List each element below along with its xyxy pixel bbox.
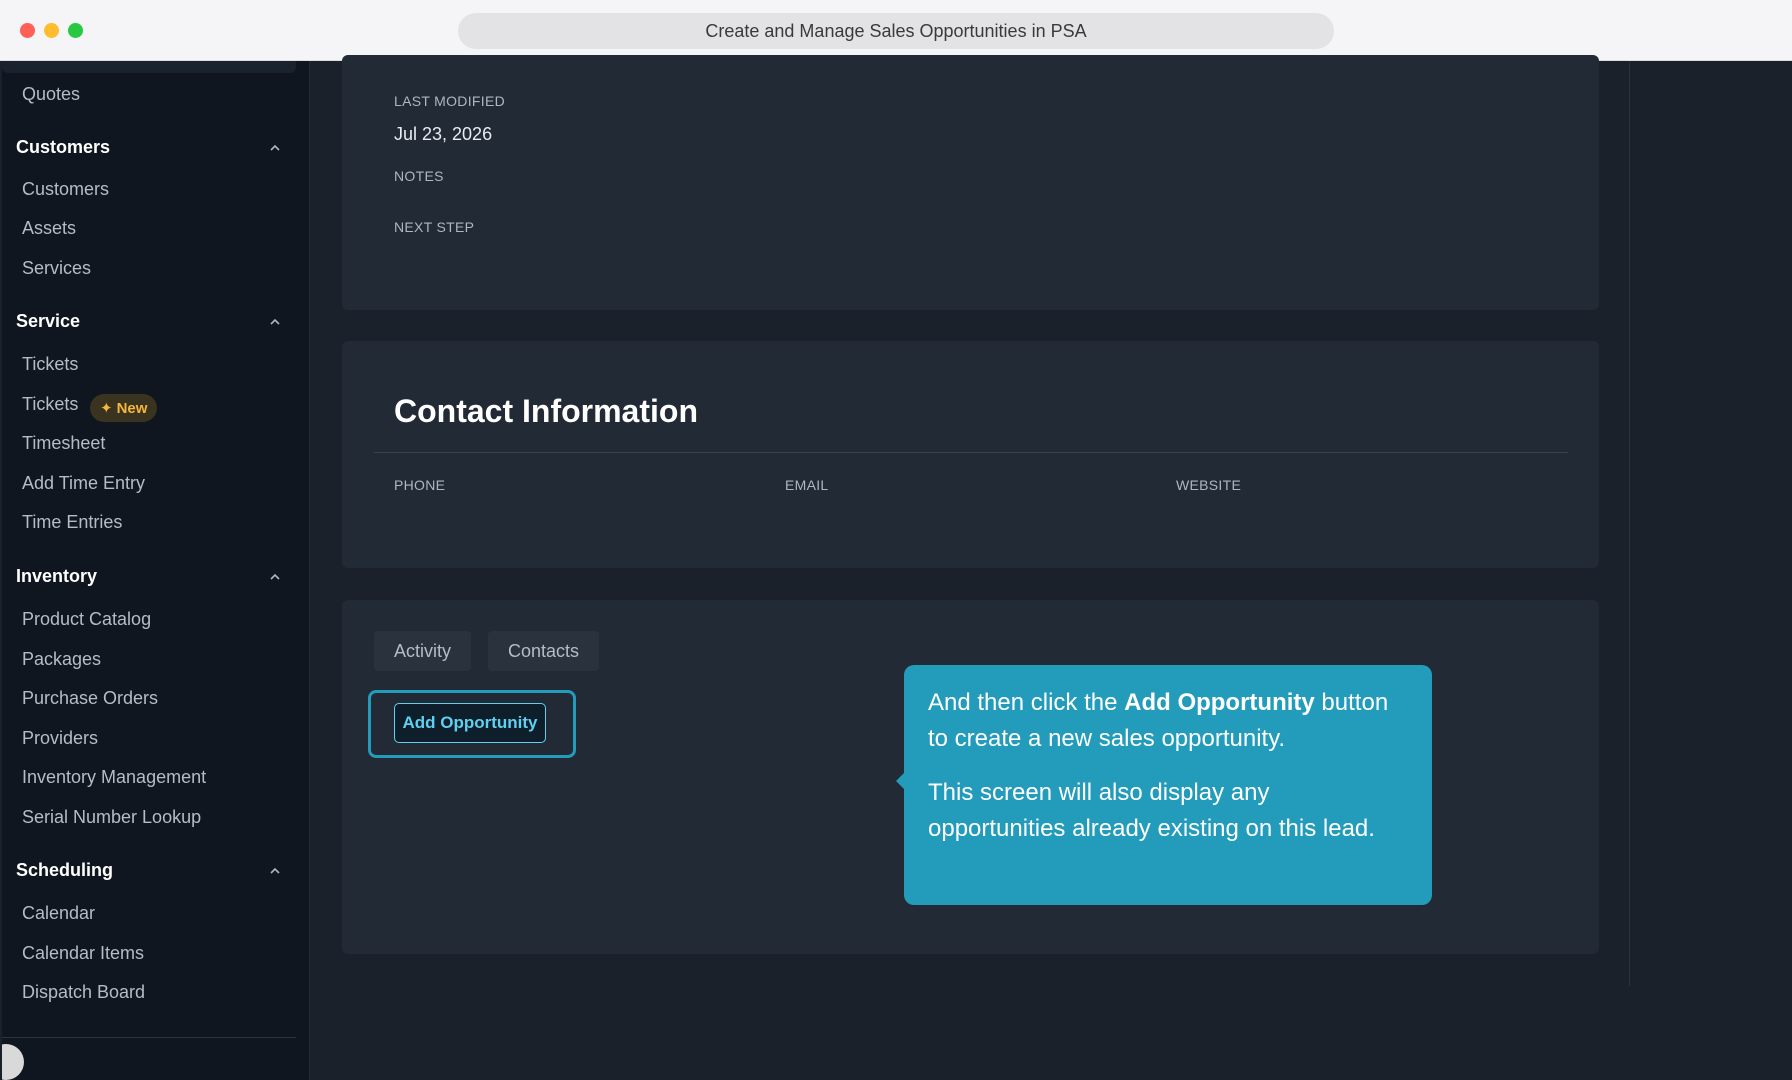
minimize-window-button[interactable] [44,23,59,38]
email-label: EMAIL [785,477,829,493]
app-area: Quotes Customers Customers Assets Servic… [0,55,1792,1080]
last-modified-label: LAST MODIFIED [394,93,505,109]
address-bar[interactable]: Create and Manage Sales Opportunities in… [458,13,1334,49]
sidebar-item-customers[interactable]: Customers [22,179,109,200]
next-step-label: NEXT STEP [394,219,475,235]
chevron-up-icon[interactable] [268,570,282,584]
sidebar-item-calendar-items[interactable]: Calendar Items [22,943,144,964]
sidebar-item-dispatch-board[interactable]: Dispatch Board [22,982,145,1003]
sidebar-item-packages[interactable]: Packages [22,649,101,670]
sidebar-section-scheduling[interactable]: Scheduling [16,860,113,881]
chevron-up-icon[interactable] [268,864,282,878]
sidebar-item-tickets[interactable]: Tickets [22,354,78,375]
sidebar-section-service[interactable]: Service [16,311,80,332]
sidebar-item-services[interactable]: Services [22,258,91,279]
contact-information-card [342,341,1599,568]
last-modified-value: Jul 23, 2026 [394,124,493,144]
sidebar-item-providers[interactable]: Providers [22,728,98,749]
tooltip-instruction: And then click the Add Opportunity butto… [928,689,1389,752]
new-badge: ✦ New [90,394,158,422]
sidebar-item-time-entries[interactable]: Time Entries [22,512,122,533]
sidebar-section-customers[interactable]: Customers [16,137,110,158]
close-window-button[interactable] [20,23,35,38]
sidebar-item-purchase-orders[interactable]: Purchase Orders [22,688,158,709]
section-divider [374,452,1568,453]
lead-details-card [342,55,1599,310]
chevron-up-icon[interactable] [268,315,282,329]
title-bar: Create and Manage Sales Opportunities in… [0,0,1792,61]
new-badge-label: New [116,399,148,417]
tooltip-arrow [896,773,904,789]
guide-tooltip: And then click the Add Opportunity butto… [896,665,1432,905]
sidebar-item-partial[interactable] [2,61,296,73]
avatar[interactable] [2,1044,24,1080]
sparkle-icon: ✦ [100,400,113,417]
sidebar-divider [2,1037,296,1038]
sidebar-section-inventory[interactable]: Inventory [16,566,97,587]
sidebar-item-timesheet[interactable]: Timesheet [22,433,105,454]
sidebar-item-tickets-new[interactable]: Tickets [22,394,78,415]
maximize-window-button[interactable] [68,23,83,38]
sidebar-item-product-catalog[interactable]: Product Catalog [22,609,151,630]
add-opportunity-button[interactable]: Add Opportunity [394,703,546,743]
sidebar-item-inventory-management[interactable]: Inventory Management [22,767,206,788]
tooltip-note: This screen will also display any opport… [928,779,1375,842]
browser-window: Create and Manage Sales Opportunities in… [0,0,1792,1080]
contact-information-title: Contact Information [394,393,698,429]
sidebar-item-assets[interactable]: Assets [22,218,76,239]
sidebar: Quotes Customers Customers Assets Servic… [2,61,310,1080]
notes-label: NOTES [394,168,444,184]
phone-label: PHONE [394,477,446,493]
sidebar-item-quotes[interactable]: Quotes [22,84,80,105]
website-label: WEBSITE [1176,477,1242,493]
sidebar-item-serial-number-lookup[interactable]: Serial Number Lookup [22,807,201,828]
tab-activity[interactable]: Activity [374,631,472,671]
sidebar-item-add-time-entry[interactable]: Add Time Entry [22,473,145,494]
tab-contacts[interactable]: Contacts [488,631,600,671]
main-content: LAST MODIFIED Jul 23, 2026 NOTES NEXT ST… [310,55,1792,1080]
chevron-up-icon[interactable] [268,141,282,155]
content-divider [1629,61,1630,986]
sidebar-item-calendar[interactable]: Calendar [22,903,95,924]
